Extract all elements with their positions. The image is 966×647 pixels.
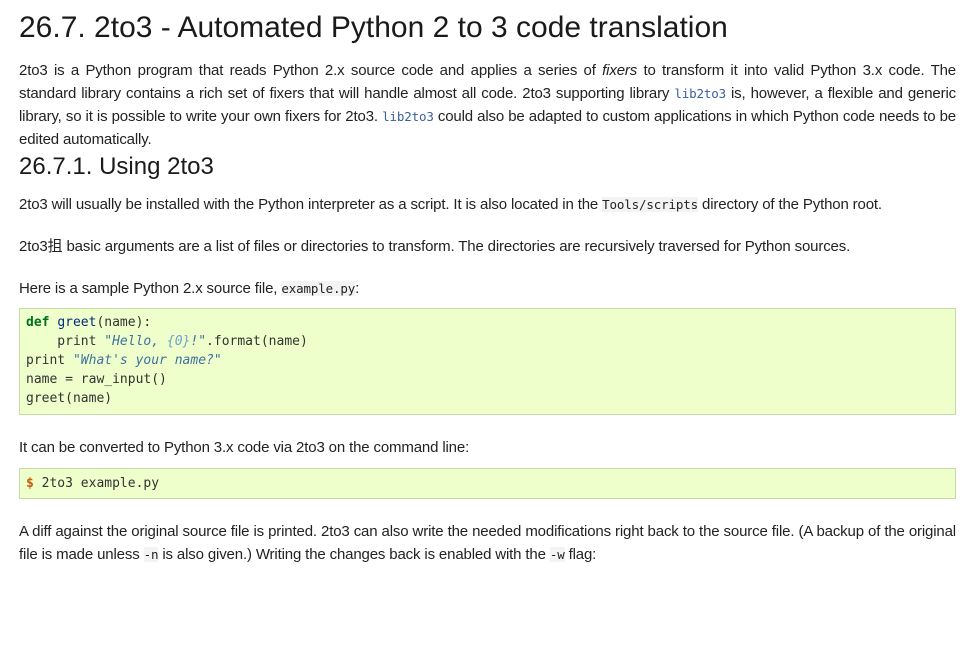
shell-command: 2to3 example.py bbox=[33, 476, 160, 491]
convert-paragraph: It can be converted to Python 3.x code v… bbox=[19, 439, 470, 456]
diff-paragraph: A diff against the original source file … bbox=[19, 520, 956, 566]
document-page: 26.7. 2to3 - Automated Python 2 to 3 cod… bbox=[0, 0, 966, 566]
fixers-term: fixers bbox=[602, 62, 638, 79]
sample-intro-paragraph: Here is a sample Python 2.x source file,… bbox=[19, 277, 956, 308]
code-keyword-print: print bbox=[26, 353, 66, 368]
flag-w: -w bbox=[549, 547, 565, 562]
code-function-greet: greet bbox=[57, 315, 97, 330]
code-interpolation: {0} bbox=[166, 334, 191, 349]
code-line-1-rest: (name): bbox=[96, 315, 152, 330]
code-line-2-rest: .format(name) bbox=[206, 334, 308, 349]
example-file-name: example.py bbox=[281, 281, 356, 296]
install-text-2: directory of the Python root. bbox=[698, 196, 882, 213]
sample-code-block: def greet(name): print "Hello, {0}!".for… bbox=[19, 308, 956, 415]
code-line-2-indent: print bbox=[26, 334, 105, 349]
shell-prompt: $ bbox=[26, 476, 34, 491]
flag-n: -n bbox=[143, 547, 159, 562]
install-paragraph: 2to3 will usually be installed with the … bbox=[19, 193, 956, 235]
code-keyword-def: def bbox=[26, 315, 50, 330]
code-line-5: greet(name) bbox=[26, 391, 113, 406]
sample-text-1: Here is a sample Python 2.x source file, bbox=[19, 280, 282, 297]
page-title: 26.7. 2to3 - Automated Python 2 to 3 cod… bbox=[19, 11, 728, 44]
install-text-1: 2to3 will usually be installed with the … bbox=[19, 196, 603, 213]
sample-text-2: : bbox=[355, 280, 360, 297]
command-code-block: $ 2to3 example.py bbox=[19, 468, 956, 499]
tools-scripts-path: Tools/scripts bbox=[602, 197, 699, 212]
code-string-hello-2: !" bbox=[190, 334, 207, 349]
intro-text-1: 2to3 is a Python program that reads Pyth… bbox=[19, 62, 603, 79]
diff-text-3: flag: bbox=[564, 546, 597, 563]
arguments-paragraph: 2to3抯 basic arguments are a list of file… bbox=[19, 238, 851, 255]
section-heading-using-2to3: 26.7.1. Using 2to3 bbox=[19, 153, 214, 180]
diff-text-2: is also given.) Writing the changes back… bbox=[158, 546, 550, 563]
lib2to3-link[interactable]: lib2to3 bbox=[674, 86, 726, 101]
lib2to3-link-2[interactable]: lib2to3 bbox=[382, 109, 434, 124]
code-string-hello-1: "Hello, bbox=[104, 334, 167, 349]
code-line-4: name = raw_input() bbox=[26, 372, 167, 387]
intro-paragraph: 2to3 is a Python program that reads Pyth… bbox=[19, 59, 956, 148]
code-string-whats-your-name: "What's your name?" bbox=[72, 353, 222, 368]
